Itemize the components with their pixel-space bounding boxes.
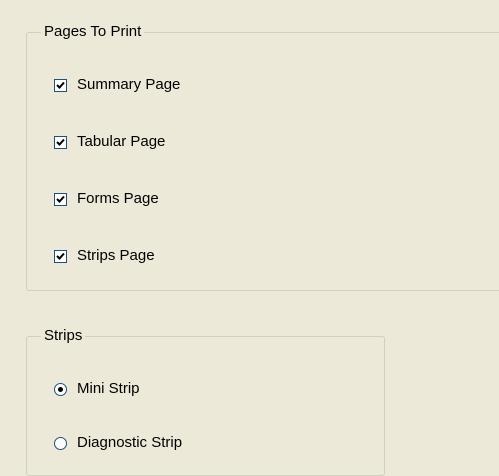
diagnostic-strip-radio[interactable] (54, 436, 67, 450)
summary-page-label: Summary Page (77, 76, 181, 93)
pages-to-print-title: Pages To Print (41, 23, 145, 41)
checkmark-icon (56, 138, 65, 146)
mini-strip-option[interactable]: Mini Strip (54, 379, 140, 399)
radio-selected-dot-icon (58, 386, 63, 392)
checkmark-icon (56, 81, 65, 89)
forms-page-checkbox[interactable] (54, 192, 67, 206)
diagnostic-strip-option[interactable]: Diagnostic Strip (54, 433, 182, 453)
strips-page-option[interactable]: Strips Page (54, 246, 155, 266)
summary-page-checkbox[interactable] (54, 78, 67, 92)
checkmark-icon (56, 252, 65, 260)
summary-page-option[interactable]: Summary Page (54, 75, 180, 95)
forms-page-option[interactable]: Forms Page (54, 189, 159, 209)
strips-page-label: Strips Page (77, 247, 155, 264)
strips-page-checkbox[interactable] (54, 249, 67, 263)
tabular-page-option[interactable]: Tabular Page (54, 132, 165, 152)
mini-strip-label: Mini Strip (77, 380, 140, 397)
tabular-page-checkbox[interactable] (54, 135, 67, 149)
forms-page-label: Forms Page (77, 190, 159, 207)
tabular-page-label: Tabular Page (77, 133, 166, 150)
checkmark-icon (56, 195, 65, 203)
mini-strip-radio[interactable] (54, 382, 67, 396)
strips-group: Strips (26, 327, 385, 476)
diagnostic-strip-label: Diagnostic Strip (77, 434, 183, 451)
strips-group-title: Strips (41, 327, 86, 345)
